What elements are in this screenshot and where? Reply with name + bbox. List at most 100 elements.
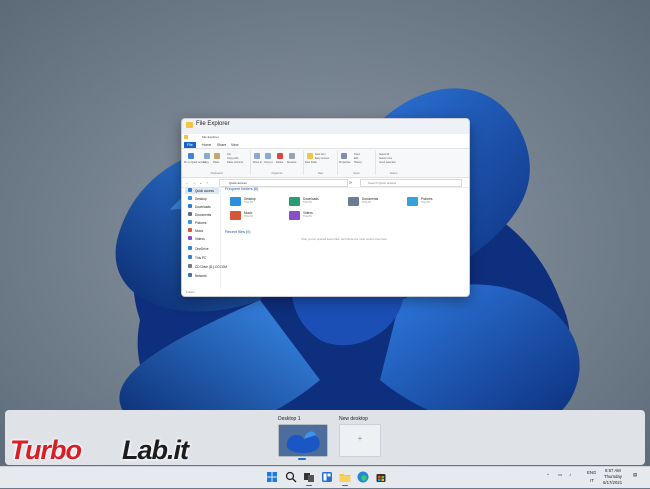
invert-selection-button[interactable]: Invert selection [379, 161, 396, 164]
pictures-icon [188, 220, 192, 224]
rename-icon[interactable] [289, 153, 295, 159]
cut-button[interactable]: Cut [227, 153, 231, 156]
active-desktop-indicator [298, 458, 306, 460]
nav-item-cd-drive[interactable]: CD Drive (D:) CCCOM [185, 263, 227, 270]
desktop-1-thumbnail[interactable] [278, 424, 328, 457]
new-group: New item Easy access New folder New [304, 151, 338, 175]
select-all-button[interactable]: Select all [379, 153, 389, 156]
nav-item-this-pc[interactable]: This PC [185, 254, 219, 261]
nav-item-downloads[interactable]: Downloads [185, 203, 219, 210]
copy-to-icon[interactable] [265, 153, 271, 159]
folder-videos[interactable]: Videos This PC [289, 210, 344, 222]
nav-item-music[interactable]: Music [185, 227, 219, 234]
rename-label: Rename [287, 161, 297, 164]
nav-item-network[interactable]: Network [185, 272, 219, 279]
tab-home[interactable]: Home [199, 142, 214, 148]
copy-path-button[interactable]: Copy path [227, 157, 238, 160]
paste-shortcut-button[interactable]: Paste shortcut [227, 161, 243, 164]
chevron-up-icon[interactable]: ⌃ [546, 473, 550, 479]
music-folder-icon [230, 211, 241, 220]
nav-item-desktop[interactable]: Desktop [185, 195, 219, 202]
disc-icon [188, 264, 192, 268]
taskbar: ⌃ ▭ ♪ ENG IT 8:57 AM Thursday 6/17/2021 … [0, 466, 650, 488]
ribbon-tabs: File Home Share View [182, 141, 469, 149]
paste-icon[interactable] [214, 153, 220, 159]
move-to-label: Move to [253, 161, 262, 164]
search-icon[interactable] [284, 470, 298, 484]
status-bar: 6 items [186, 291, 195, 294]
delete-icon[interactable] [277, 153, 283, 159]
folder-icon [184, 135, 188, 139]
folder-pictures[interactable]: Pictures This PC [407, 196, 462, 208]
refresh-icon[interactable]: ⟳ [349, 180, 352, 185]
new-desktop-button[interactable]: + [339, 424, 381, 457]
chevron-down-icon[interactable]: ⌄ [199, 180, 202, 185]
folder-documents[interactable]: Documents This PC [348, 196, 403, 208]
folder-downloads[interactable]: Downloads This PC [289, 196, 344, 208]
store-icon[interactable] [374, 470, 388, 484]
folder-music[interactable]: Music This PC [230, 210, 285, 222]
clock-day[interactable]: Thursday [604, 474, 622, 479]
copy-label: Copy [203, 161, 209, 164]
edit-button[interactable]: Edit [354, 157, 358, 160]
network-status-icon[interactable]: ▭ [558, 472, 562, 478]
file-explorer-icon[interactable] [338, 470, 352, 486]
widgets-icon[interactable] [320, 470, 334, 484]
nav-item-quick-access[interactable]: Quick access [185, 187, 219, 194]
select-none-button[interactable]: Select none [379, 157, 392, 160]
desktop-folder-icon [230, 197, 241, 206]
clipboard-group: Pin to Quick access Copy Paste Cut Copy … [183, 151, 251, 175]
new-folder-icon[interactable] [307, 153, 313, 159]
up-icon[interactable]: ↑ [206, 180, 208, 185]
recent-empty-message: After you've opened some files, we'll sh… [301, 237, 388, 241]
watermark-part2: Lab.it [122, 435, 189, 465]
language-it[interactable]: IT [590, 478, 594, 483]
star-icon [188, 188, 192, 192]
music-icon [188, 228, 192, 232]
content-pane: Frequent folders (6) Desktop This PC Dow… [222, 186, 467, 289]
nav-item-onedrive[interactable]: OneDrive [185, 245, 219, 252]
clock-date[interactable]: 6/17/2021 [603, 480, 622, 485]
language-eng[interactable]: ENG [587, 470, 596, 475]
open-button[interactable]: Open [354, 153, 360, 156]
pictures-folder-icon [407, 197, 418, 206]
watermark-part1: Turbo [10, 435, 82, 465]
clipboard-label: Clipboard [210, 171, 223, 175]
nav-item-documents[interactable]: Documents [185, 211, 219, 218]
new-folder-label: New folder [305, 161, 317, 164]
move-to-icon[interactable] [254, 153, 260, 159]
recent-files-heading[interactable]: Recent files (0) [225, 230, 251, 234]
notification-icon[interactable]: ▤ [633, 472, 637, 478]
copy-icon[interactable] [204, 153, 210, 159]
open-group: Properties Open Edit History Open [338, 151, 376, 175]
window-title-bar[interactable]: File Explorer [182, 119, 469, 134]
file-explorer-window[interactable]: File Explorer File Explorer File Home Sh… [181, 118, 470, 297]
select-group: Select all Select none Invert selection … [376, 151, 411, 175]
organize-label: Organize [271, 171, 283, 175]
easy-access-button[interactable]: Easy access [315, 157, 329, 160]
download-icon [188, 204, 192, 208]
volume-icon[interactable]: ♪ [569, 472, 571, 477]
edge-icon[interactable] [356, 470, 370, 484]
back-icon[interactable]: ← [185, 180, 189, 185]
nav-item-pictures[interactable]: Pictures [185, 219, 219, 226]
nav-item-videos[interactable]: Videos [185, 235, 219, 242]
pin-icon[interactable] [188, 153, 194, 159]
start-icon[interactable] [265, 470, 279, 484]
window-title: File Explorer [196, 121, 230, 127]
cloud-icon [188, 246, 192, 250]
new-desktop-label: New desktop [339, 416, 368, 422]
frequent-folders-heading[interactable]: Frequent folders (6) [225, 187, 258, 191]
task-view-icon[interactable] [302, 470, 316, 486]
address-text: Quick access [229, 181, 247, 185]
forward-icon[interactable]: → [192, 180, 196, 185]
tab-file[interactable]: File [184, 142, 196, 148]
history-button[interactable]: History [354, 161, 362, 164]
copy-to-label: Copy to [264, 161, 273, 164]
new-item-button[interactable]: New item [315, 153, 325, 156]
clock-time[interactable]: 8:57 AM [605, 468, 621, 473]
downloads-folder-icon [289, 197, 300, 206]
properties-icon[interactable] [341, 153, 347, 159]
folder-desktop[interactable]: Desktop This PC [230, 196, 285, 208]
tab-view[interactable]: View [228, 142, 242, 148]
